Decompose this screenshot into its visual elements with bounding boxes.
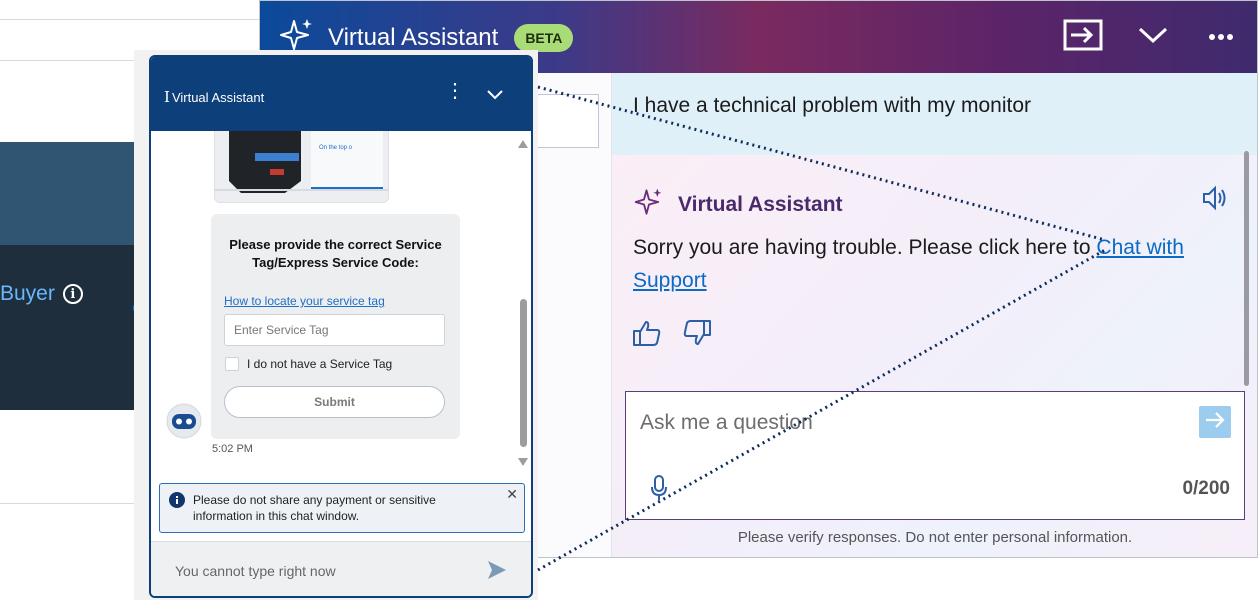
minimize-button[interactable] (1136, 19, 1170, 55)
screen: Buyer i Co th W Virtual Assistant BETA (0, 0, 1258, 600)
microphone-icon[interactable] (650, 474, 668, 507)
service-tag-input[interactable]: Enter Service Tag (224, 314, 445, 346)
speaker-icon[interactable] (1201, 185, 1229, 216)
send-button[interactable] (1199, 406, 1231, 438)
more-options-button[interactable] (1204, 19, 1238, 55)
privacy-notice: Please do not share any payment or sensi… (159, 483, 525, 533)
thumbs-up-icon[interactable] (632, 319, 662, 352)
exit-panel-button[interactable] (1062, 19, 1104, 55)
chevron-down-icon[interactable] (487, 87, 503, 105)
chat-widget-title: Virtual Assistant (171, 89, 265, 105)
chat-widget-title-group: I Virtual Assistant (164, 88, 264, 106)
thumbs-down-icon[interactable] (682, 319, 712, 352)
product-image: On the top o (214, 131, 389, 203)
exit-panel-icon (1063, 19, 1103, 56)
buyer-info[interactable]: Buyer i (0, 282, 83, 306)
card-title: Please provide the correct Service Tag/E… (229, 237, 442, 270)
chat-footer: You cannot type right now (151, 541, 531, 596)
close-icon[interactable]: ✕ (506, 486, 518, 503)
no-service-tag-option[interactable]: I do not have a Service Tag (225, 357, 392, 371)
divider (0, 19, 262, 20)
beta-badge: BETA (514, 23, 574, 52)
bot-header: Virtual Assistant (634, 187, 843, 222)
bot-message: Sorry you are having trouble. Please cli… (633, 231, 1223, 297)
va-title: Virtual Assistant (328, 23, 499, 51)
character-counter: 0/200 (1182, 478, 1230, 499)
chat-scrollbar[interactable] (517, 139, 529, 469)
text-cursor-icon: I (164, 88, 170, 106)
info-icon: i (62, 284, 83, 304)
bot-message-text: Sorry you are having trouble. Please cli… (633, 236, 1097, 259)
question-placeholder: Ask me a question (640, 411, 813, 434)
robot-avatar-icon (166, 403, 202, 444)
disabled-input-placeholder: You cannot type right now (175, 563, 336, 579)
info-icon (169, 492, 185, 513)
disclaimer: Please verify responses. Do not enter pe… (737, 529, 1133, 546)
message-timestamp: 5:02 PM (212, 443, 253, 455)
feedback-buttons (632, 319, 712, 352)
bot-name: Virtual Assistant (678, 192, 843, 216)
notice-text: Please do not share any payment or sensi… (193, 493, 436, 523)
more-vertical-icon[interactable]: ⋮ (445, 81, 465, 101)
chevron-down-icon (1138, 26, 1168, 49)
service-tag-card: Please provide the correct Service Tag/E… (211, 214, 460, 439)
no-service-tag-label: I do not have a Service Tag (247, 357, 393, 371)
send-arrow-icon[interactable] (487, 560, 507, 585)
chat-widget: I Virtual Assistant ⋮ On the top o Pleas… (149, 55, 533, 598)
no-service-tag-checkbox[interactable] (225, 357, 239, 371)
more-icon (1208, 28, 1234, 46)
user-message-row: I have a technical problem with my monit… (612, 73, 1257, 155)
scroll-thumb[interactable] (520, 299, 527, 447)
scrollbar[interactable] (1244, 151, 1249, 386)
buyer-label: Buyer (0, 282, 55, 305)
chat-widget-header: I Virtual Assistant ⋮ (151, 57, 531, 131)
send-arrow-icon (1204, 411, 1226, 434)
background-input-edge (534, 94, 599, 148)
locate-service-tag-link[interactable]: How to locate your service tag (224, 294, 385, 308)
question-input[interactable]: Ask me a question 0/200 (625, 391, 1245, 520)
submit-button[interactable]: Submit (224, 386, 445, 418)
sparkle-icon (634, 187, 664, 222)
image-caption: On the top o (319, 145, 353, 151)
user-message: I have a technical problem with my monit… (633, 94, 1032, 117)
